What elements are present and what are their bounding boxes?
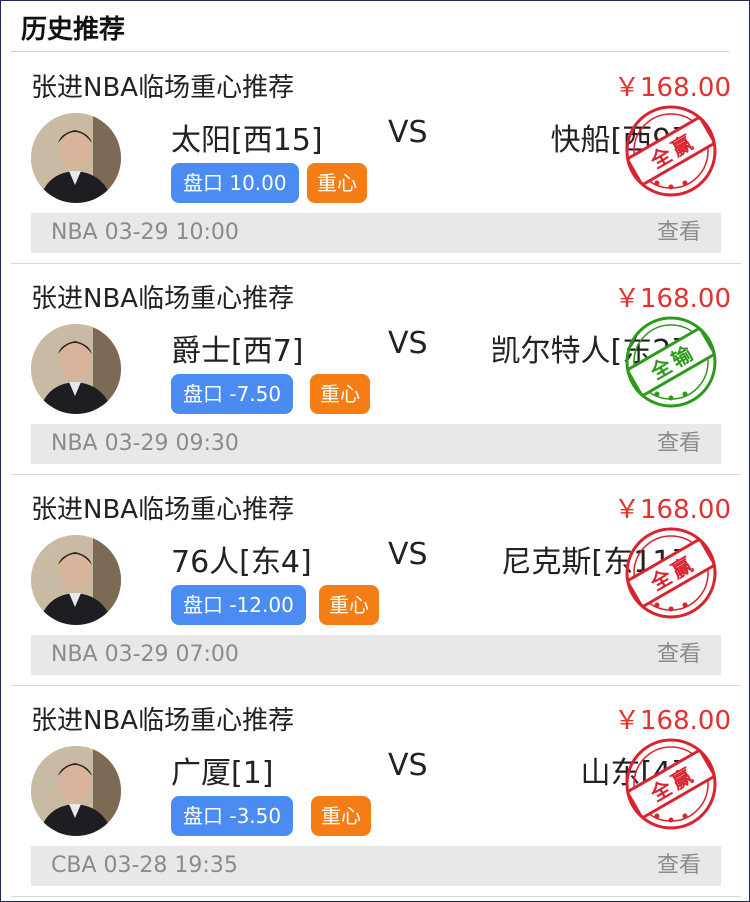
focus-tag: 重心 bbox=[319, 585, 379, 625]
expert-plan-name: 张进NBA临场重心推荐 bbox=[31, 706, 295, 736]
home-team: 爵士[西7] bbox=[171, 334, 304, 369]
match-info-bar: CBA 03-28 19:35 查看 bbox=[31, 846, 721, 886]
match-info-bar: NBA 03-29 10:00 查看 bbox=[31, 213, 721, 253]
avatar-photo bbox=[31, 535, 121, 625]
view-link[interactable]: 查看 bbox=[657, 635, 701, 675]
view-link[interactable]: 查看 bbox=[657, 846, 701, 886]
avatar bbox=[31, 746, 121, 836]
match-info-bar: NBA 03-29 07:00 查看 bbox=[31, 635, 721, 675]
avatar bbox=[31, 535, 121, 625]
home-team: 广厦[1] bbox=[171, 756, 274, 791]
vs-label: VS bbox=[388, 326, 428, 361]
focus-tag: 重心 bbox=[307, 163, 367, 203]
match-info-bar: NBA 03-29 09:30 查看 bbox=[31, 424, 721, 464]
expert-plan-name: 张进NBA临场重心推荐 bbox=[31, 495, 295, 525]
avatar-photo bbox=[31, 746, 121, 836]
view-link[interactable]: 查看 bbox=[657, 424, 701, 464]
price-label: ￥168.00 bbox=[614, 706, 731, 736]
odds-badge: 盘口 -12.00 bbox=[171, 585, 306, 625]
avatar bbox=[31, 324, 121, 414]
odds-badge: 盘口 -3.50 bbox=[171, 796, 294, 836]
home-team: 76人[东4] bbox=[171, 545, 312, 580]
title-divider bbox=[11, 51, 729, 52]
odds-badge: 盘口 -7.50 bbox=[171, 374, 294, 414]
focus-tag: 重心 bbox=[310, 374, 370, 414]
league-time: NBA 03-29 09:30 bbox=[51, 431, 239, 456]
vs-label: VS bbox=[388, 748, 428, 783]
page-title: 历史推荐 bbox=[21, 15, 126, 45]
odds-badge: 盘口 10.00 bbox=[171, 163, 299, 203]
view-link[interactable]: 查看 bbox=[657, 213, 701, 253]
league-time: NBA 03-29 10:00 bbox=[51, 220, 239, 245]
recommendation-card[interactable]: 张进NBA临场重心推荐 ￥168.00 广厦[1] VS 山东[4] 盘口 -3… bbox=[11, 686, 741, 897]
recommendation-card[interactable]: 张进NBA临场重心推荐 ￥168.00 太阳[西15] VS 快船[西9] 盘口… bbox=[11, 53, 741, 264]
league-time: NBA 03-29 07:00 bbox=[51, 642, 239, 667]
home-team: 太阳[西15] bbox=[171, 123, 323, 158]
avatar-photo bbox=[31, 324, 121, 414]
vs-label: VS bbox=[388, 115, 428, 150]
price-label: ￥168.00 bbox=[614, 495, 731, 525]
price-label: ￥168.00 bbox=[614, 73, 731, 103]
price-label: ￥168.00 bbox=[614, 284, 731, 314]
result-stamp-icon: 全 赢 bbox=[625, 527, 717, 619]
vs-label: VS bbox=[388, 537, 428, 572]
page-frame: 历史推荐 张进NBA临场重心推荐 ￥168.00 太阳[西15] VS 快船[西… bbox=[0, 0, 750, 902]
recommendation-card[interactable]: 张进NBA临场重心推荐 ￥168.00 76人[东4] VS 尼克斯[东11] … bbox=[11, 475, 741, 686]
avatar bbox=[31, 113, 121, 203]
expert-plan-name: 张进NBA临场重心推荐 bbox=[31, 284, 295, 314]
result-stamp-icon: 全 赢 bbox=[625, 105, 717, 197]
avatar-photo bbox=[31, 113, 121, 203]
focus-tag: 重心 bbox=[311, 796, 371, 836]
result-stamp-icon: 全 输 bbox=[625, 316, 717, 408]
expert-plan-name: 张进NBA临场重心推荐 bbox=[31, 73, 295, 103]
result-stamp-icon: 全 赢 bbox=[625, 738, 717, 830]
recommendation-card[interactable]: 张进NBA临场重心推荐 ￥168.00 爵士[西7] VS 凯尔特人[东2] 盘… bbox=[11, 264, 741, 475]
league-time: CBA 03-28 19:35 bbox=[51, 853, 238, 878]
card-divider bbox=[11, 896, 741, 897]
